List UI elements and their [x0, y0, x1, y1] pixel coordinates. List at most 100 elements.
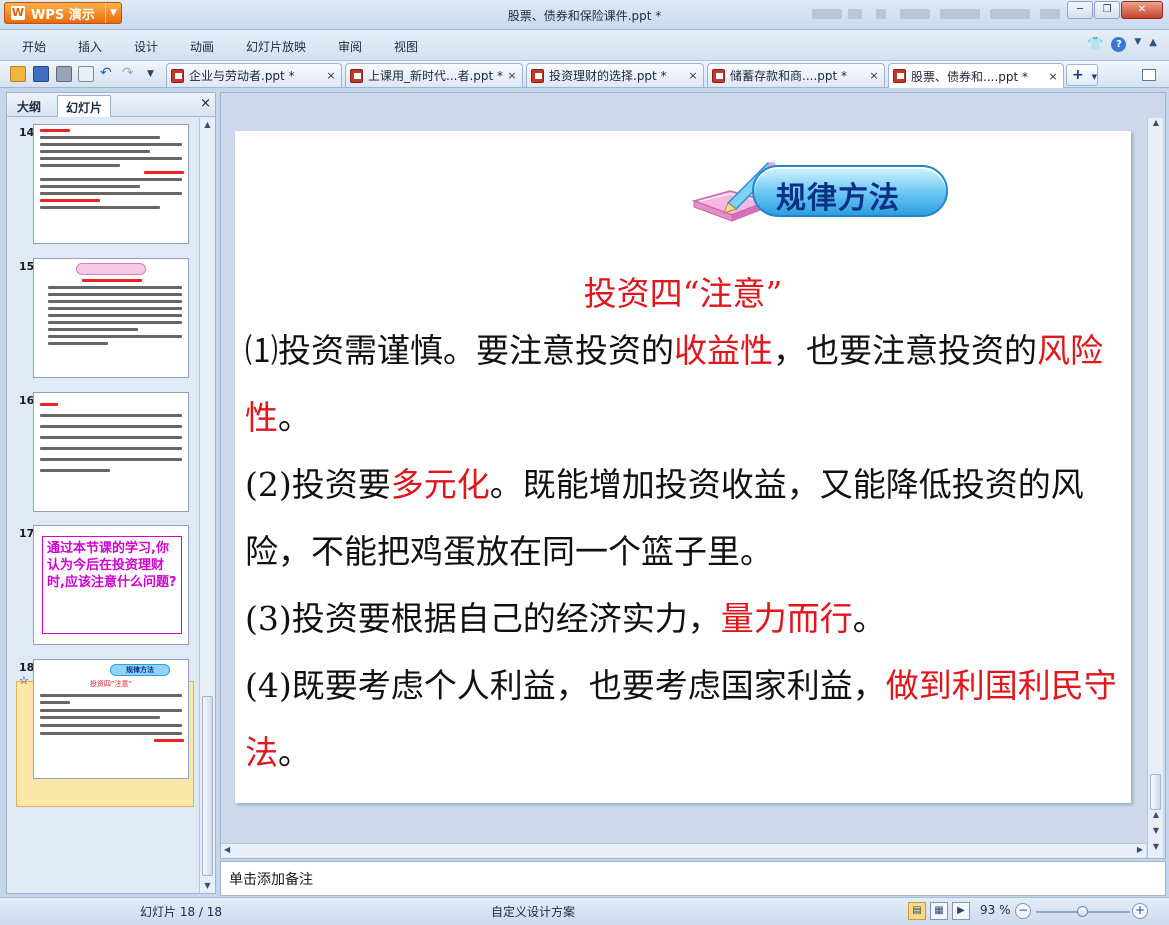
print-preview-icon[interactable]	[78, 66, 94, 82]
animation-star-icon: ☆	[19, 674, 29, 687]
doc-tab-5-active[interactable]: 股票、债券和....ppt * ×	[888, 63, 1064, 88]
scroll-right-icon[interactable]: ▶	[1137, 845, 1143, 854]
normal-view-icon[interactable]: ▤	[908, 902, 926, 920]
point-4-suffix: 。	[278, 733, 311, 772]
thumb17-question-text: 通过本节课的学习,你认为今后在投资理财时,应该注意什么问题?	[42, 536, 182, 634]
close-panel-icon[interactable]: ×	[200, 96, 211, 111]
zoom-out-button[interactable]: −	[1015, 903, 1031, 919]
help-dropdown-icon[interactable]: ▼	[1134, 37, 1141, 52]
close-tab-icon[interactable]: ×	[1046, 70, 1060, 83]
design-scheme[interactable]: 自定义设计方案	[491, 903, 575, 920]
plus-icon: +	[1072, 67, 1084, 83]
panel-tabs: 大纲 幻灯片 ×	[7, 93, 215, 117]
slide-heading: 投资四“注意”	[583, 274, 783, 313]
point-1-text-mid: ，也要注意投资的	[773, 331, 1037, 370]
window-controls: ─ ❐ ✕	[1067, 1, 1163, 19]
point-1-suffix: 。	[278, 398, 311, 437]
notes-pane[interactable]: 单击添加备注	[220, 861, 1166, 896]
menu-review[interactable]: 审阅	[338, 38, 362, 55]
tab-outline[interactable]: 大纲	[9, 95, 49, 117]
point-1-highlight: 收益性	[674, 331, 773, 370]
panel-scroll-thumb[interactable]	[202, 696, 213, 876]
point-2: (2)投资要多元化。既能增加投资收益，又能降低投资的风险，不能把鸡蛋放在同一个篮…	[245, 451, 1125, 585]
maximize-button[interactable]: ❐	[1094, 1, 1120, 19]
slide-thumbnail-15[interactable]	[33, 258, 189, 378]
save-icon[interactable]	[33, 66, 49, 82]
point-4-text: (4)既要考虑个人利益，也要考虑国家利益，	[245, 666, 886, 705]
scroll-up-icon[interactable]: ▲	[1148, 118, 1164, 127]
close-tab-icon[interactable]: ×	[505, 69, 519, 82]
customize-toolbar-icon[interactable]: ▼	[147, 66, 163, 82]
point-3: (3)投资要根据自己的经济实力，量力而行。	[245, 585, 1125, 652]
slide-body-text[interactable]: ⑴投资需谨慎。要注意投资的收益性，也要注意投资的风险性。 (2)投资要多元化。既…	[245, 317, 1125, 786]
zoom-level[interactable]: 93 %	[980, 903, 1011, 917]
menu-insert[interactable]: 插入	[78, 38, 102, 55]
current-slide[interactable]: 规律方法 投资四“注意” ⑴投资需谨慎。要注意投资的收益性，也要注意投资的风险性…	[235, 131, 1131, 803]
thumbnail-list: 14 15 16 17 通过本节课的学习,你认为今后在投资理财时,应该注意什么问…	[7, 118, 199, 893]
menu-design[interactable]: 设计	[134, 38, 158, 55]
zoom-slider-handle[interactable]	[1077, 906, 1088, 917]
scroll-up-icon[interactable]: ▲	[200, 118, 215, 132]
collapse-ribbon-icon[interactable]: ▲	[1149, 37, 1157, 52]
new-tab-dropdown-icon[interactable]: ▼	[1092, 73, 1097, 81]
tab-slides[interactable]: 幻灯片	[57, 95, 112, 117]
menu-right-icons: 👕 ? ▼ ▲	[1087, 37, 1157, 52]
point-1-text: ⑴投资需谨慎。要注意投资的	[245, 331, 674, 370]
quick-access-toolbar: ↶ ↷ ▼ 企业与劳动者.ppt * × 上课用_新时代...者.ppt * ×…	[0, 61, 1169, 88]
open-folder-icon[interactable]	[10, 66, 26, 82]
close-tab-icon[interactable]: ×	[867, 69, 881, 82]
scroll-left-icon[interactable]: ◀	[224, 845, 230, 854]
skin-icon[interactable]: 👕	[1087, 37, 1103, 52]
next-slide-icon[interactable]: ▼	[1148, 842, 1164, 851]
redo-icon[interactable]: ↷	[122, 66, 138, 82]
scroll-down-icon[interactable]: ▼	[1148, 826, 1164, 835]
menu-view[interactable]: 视图	[394, 38, 418, 55]
blurred-text	[900, 9, 930, 19]
thumb18-badge: 规律方法	[110, 664, 170, 676]
menu-bar: 开始 插入 设计 动画 幻灯片放映 审阅 视图 👕 ? ▼ ▲	[0, 30, 1169, 61]
slide-sorter-view-icon[interactable]: ▦	[930, 902, 948, 920]
panel-scrollbar[interactable]: ▲ ▼	[199, 118, 215, 893]
blurred-text	[812, 9, 842, 19]
ppt-file-icon	[350, 68, 363, 83]
doc-tab-1[interactable]: 企业与劳动者.ppt * ×	[166, 63, 342, 87]
doc-tab-3[interactable]: 投资理财的选择.ppt * ×	[526, 63, 704, 87]
doc-tab-label: 上课用_新时代...者.ppt *	[368, 69, 504, 83]
point-3-text: (3)投资要根据自己的经济实力，	[245, 599, 721, 638]
slide-thumbnail-18[interactable]: 规律方法 投资四“注意”	[33, 659, 189, 779]
undo-icon[interactable]: ↶	[100, 66, 116, 82]
badge-title: 规律方法	[776, 181, 900, 216]
help-icon[interactable]: ?	[1111, 37, 1127, 52]
menu-animation[interactable]: 动画	[190, 38, 214, 55]
notes-placeholder: 单击添加备注	[229, 872, 313, 888]
editor-scroll-thumb[interactable]	[1150, 774, 1161, 810]
title-bar: W WPS 演示 ▼ 股票、债券和保险课件.ppt * ─ ❐ ✕	[0, 0, 1169, 30]
editor-horizontal-scrollbar[interactable]: ◀ ▶	[221, 843, 1146, 858]
zoom-in-button[interactable]: +	[1132, 903, 1148, 919]
minimize-button[interactable]: ─	[1067, 1, 1093, 19]
doc-tab-label: 股票、债券和....ppt *	[911, 69, 1029, 84]
ppt-file-icon	[712, 68, 725, 83]
menu-home[interactable]: 开始	[22, 38, 46, 55]
slide-thumbnail-17[interactable]: 通过本节课的学习,你认为今后在投资理财时,应该注意什么问题?	[33, 525, 189, 645]
close-tab-icon[interactable]: ×	[324, 69, 338, 82]
print-icon[interactable]	[56, 66, 72, 82]
doc-tab-2[interactable]: 上课用_新时代...者.ppt * ×	[345, 63, 523, 87]
slide-thumbnail-16[interactable]	[33, 392, 189, 512]
method-badge: 规律方法	[690, 157, 960, 227]
scroll-down-icon[interactable]: ▼	[200, 879, 215, 893]
menu-slideshow[interactable]: 幻灯片放映	[246, 38, 306, 55]
restore-tabs-icon[interactable]	[1142, 69, 1156, 81]
slide-thumbnail-14[interactable]	[33, 124, 189, 244]
slideshow-view-icon[interactable]: ▶	[952, 902, 970, 920]
point-1: ⑴投资需谨慎。要注意投资的收益性，也要注意投资的风险性。	[245, 317, 1125, 451]
close-window-button[interactable]: ✕	[1121, 1, 1163, 19]
close-tab-icon[interactable]: ×	[686, 69, 700, 82]
new-tab-button[interactable]: + ▼	[1066, 64, 1098, 86]
editor-vertical-scrollbar[interactable]: ▲ ▲ ▼ ▼	[1147, 118, 1163, 858]
scroll-down-icon[interactable]: ▲	[1148, 810, 1164, 819]
thumb18-heading: 投资四“注意”	[89, 680, 133, 688]
point-4: (4)既要考虑个人利益，也要考虑国家利益，做到利国利民守法。	[245, 652, 1125, 786]
doc-tab-4[interactable]: 储蓄存款和商....ppt * ×	[707, 63, 885, 87]
doc-tab-label: 投资理财的选择.ppt *	[549, 69, 667, 83]
